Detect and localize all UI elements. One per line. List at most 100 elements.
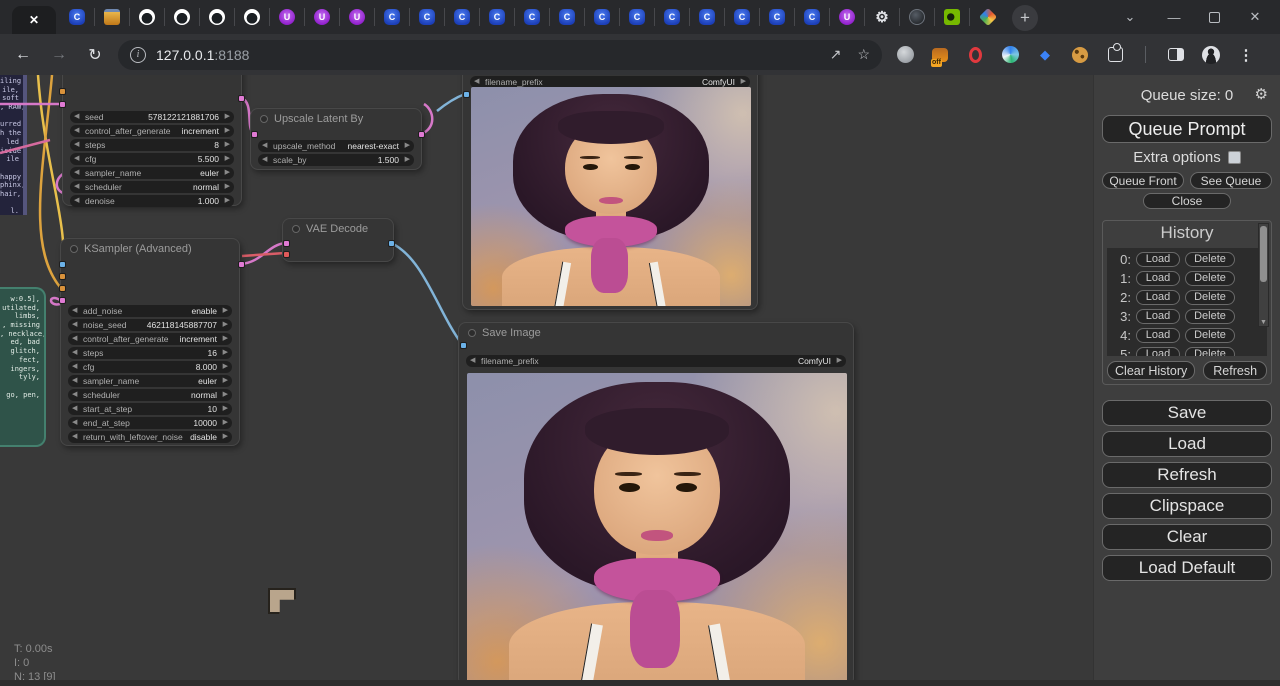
pinned-tab[interactable] (795, 8, 830, 26)
history-load-button[interactable]: Load (1136, 290, 1180, 305)
history-delete-button[interactable]: Delete (1185, 328, 1235, 343)
globe-extension-icon[interactable] (897, 46, 914, 63)
collapse-dot-icon[interactable] (70, 245, 78, 253)
slot-latent-out[interactable] (238, 95, 245, 102)
pinned-tab[interactable] (760, 8, 795, 26)
side-panel-icon[interactable] (1168, 48, 1184, 61)
pinned-tab[interactable] (865, 8, 900, 26)
site-info-icon[interactable]: i (130, 47, 146, 63)
pinned-tab[interactable] (900, 8, 935, 26)
slot-vae[interactable] (283, 251, 290, 258)
extensions-puzzle-icon[interactable] (1108, 47, 1123, 62)
new-tab-button[interactable]: + (1012, 5, 1038, 31)
history-scrollbar[interactable]: ▼ (1258, 223, 1269, 327)
node-widget[interactable]: scheduler normal (70, 181, 234, 193)
history-delete-button[interactable]: Delete (1185, 309, 1235, 324)
node-widget[interactable]: start_at_step 10 (68, 403, 232, 415)
slot-latent-image[interactable] (59, 297, 66, 304)
url-text[interactable]: 127.0.0.1:8188 (156, 47, 249, 63)
collapse-dot-icon[interactable] (468, 329, 476, 337)
restore-window-button[interactable] (1209, 12, 1220, 23)
pinned-tab[interactable] (480, 8, 515, 26)
node-widget[interactable]: filename_prefix ComfyUI (466, 355, 846, 367)
node-widget[interactable]: steps 16 (68, 347, 232, 359)
slot-latent-out-adv[interactable] (238, 261, 245, 268)
history-refresh-button[interactable]: Refresh (1203, 361, 1267, 380)
back-button[interactable]: ← (10, 46, 36, 64)
slot-upscale-out[interactable] (418, 131, 425, 138)
node-widget[interactable]: sampler_name euler (68, 375, 232, 387)
close-button[interactable]: Close (1143, 193, 1231, 209)
menu-button[interactable]: Clear (1102, 524, 1272, 550)
blue-sphere-extension-icon[interactable] (1002, 46, 1019, 63)
collapse-dot-icon[interactable] (260, 115, 268, 123)
vae-decode-node[interactable]: VAE Decode (282, 218, 394, 262)
pinned-tab[interactable] (585, 8, 620, 26)
node-widget[interactable]: steps 8 (70, 139, 234, 151)
pinned-tab[interactable] (375, 8, 410, 26)
slot-positive[interactable] (59, 273, 66, 280)
slot-vae-image-out[interactable] (388, 240, 395, 247)
history-delete-button[interactable]: Delete (1185, 347, 1235, 357)
node-widget[interactable]: control_after_generate increment (70, 125, 234, 137)
pinned-tab[interactable] (620, 8, 655, 26)
pinned-tab[interactable] (270, 8, 305, 26)
node-widget[interactable]: denoise 1.000 (70, 195, 234, 207)
node-widget[interactable]: cfg 8.000 (68, 361, 232, 373)
node-widget[interactable]: add_noise enable (68, 305, 232, 317)
active-tab[interactable]: ✕ (12, 6, 56, 34)
history-load-button[interactable]: Load (1136, 271, 1180, 286)
clear-history-button[interactable]: Clear History (1107, 361, 1195, 380)
history-delete-button[interactable]: Delete (1185, 252, 1235, 267)
queue-prompt-button[interactable]: Queue Prompt (1102, 115, 1272, 143)
pinned-tab[interactable] (445, 8, 480, 26)
menu-button[interactable]: Clipspace (1102, 493, 1272, 519)
pinned-tab[interactable] (830, 8, 865, 26)
save-image-node-top[interactable]: filename_prefix ComfyUI (462, 75, 758, 310)
pinned-tab[interactable] (550, 8, 585, 26)
pinned-tab[interactable] (340, 8, 375, 26)
settings-gear-icon[interactable]: ⚙ (1255, 85, 1268, 103)
pinned-tab[interactable] (725, 8, 760, 26)
tab-search-chevron-icon[interactable]: ⌄ (1121, 9, 1139, 25)
ksampler-advanced-node[interactable]: KSampler (Advanced) add_noise enable noi… (60, 238, 240, 446)
pinned-tab[interactable] (305, 8, 340, 26)
share-icon[interactable]: ↗ (830, 46, 842, 63)
cookie-extension-icon[interactable] (1072, 47, 1088, 63)
node-widget[interactable]: noise_seed 462118145887707 (68, 319, 232, 331)
close-window-button[interactable]: ✕ (1246, 9, 1264, 25)
node-widget[interactable]: cfg 5.500 (70, 153, 234, 165)
pinned-tab[interactable] (95, 8, 130, 26)
node-graph-canvas[interactable]: ilingile,soft, RAW,urredh theledisideile… (0, 75, 1093, 686)
history-load-button[interactable]: Load (1136, 252, 1180, 267)
menu-button[interactable]: Save (1102, 400, 1272, 426)
pinned-tab[interactable] (235, 8, 270, 26)
scrollbar-thumb[interactable] (1260, 226, 1267, 282)
browser-menu-kebab-icon[interactable]: ⋮ (1237, 46, 1255, 64)
pinned-tab[interactable] (165, 8, 200, 26)
bookmark-star-icon[interactable]: ☆ (857, 46, 870, 63)
node-widget[interactable]: return_with_leftover_noise disable (68, 431, 232, 443)
menu-button[interactable]: Load (1102, 431, 1272, 457)
pinned-tab[interactable] (655, 8, 690, 26)
kettle-extension-icon[interactable]: off (932, 48, 948, 62)
history-load-button[interactable]: Load (1136, 347, 1180, 357)
pinned-tab[interactable] (200, 8, 235, 26)
pinned-tab[interactable] (130, 8, 165, 26)
menu-button[interactable]: Refresh (1102, 462, 1272, 488)
history-delete-button[interactable]: Delete (1185, 290, 1235, 305)
pinned-tab[interactable] (970, 8, 1005, 26)
pinned-tab[interactable] (60, 8, 95, 26)
slot-save-image-in[interactable] (460, 342, 467, 349)
see-queue-button[interactable]: See Queue (1190, 172, 1272, 189)
slot-negative[interactable] (59, 285, 66, 292)
pinned-tab[interactable] (515, 8, 550, 26)
pinned-tab[interactable] (690, 8, 725, 26)
red-ring-extension-icon[interactable] (969, 47, 982, 63)
blue-gem-extension-icon[interactable]: ◆ (1036, 46, 1054, 64)
slot-save-image-top-in[interactable] (463, 91, 470, 98)
history-load-button[interactable]: Load (1136, 309, 1180, 324)
reload-button[interactable]: ↻ (82, 45, 108, 65)
node-widget[interactable]: upscale_method nearest-exact (258, 140, 414, 152)
pinned-tab[interactable] (410, 8, 445, 26)
